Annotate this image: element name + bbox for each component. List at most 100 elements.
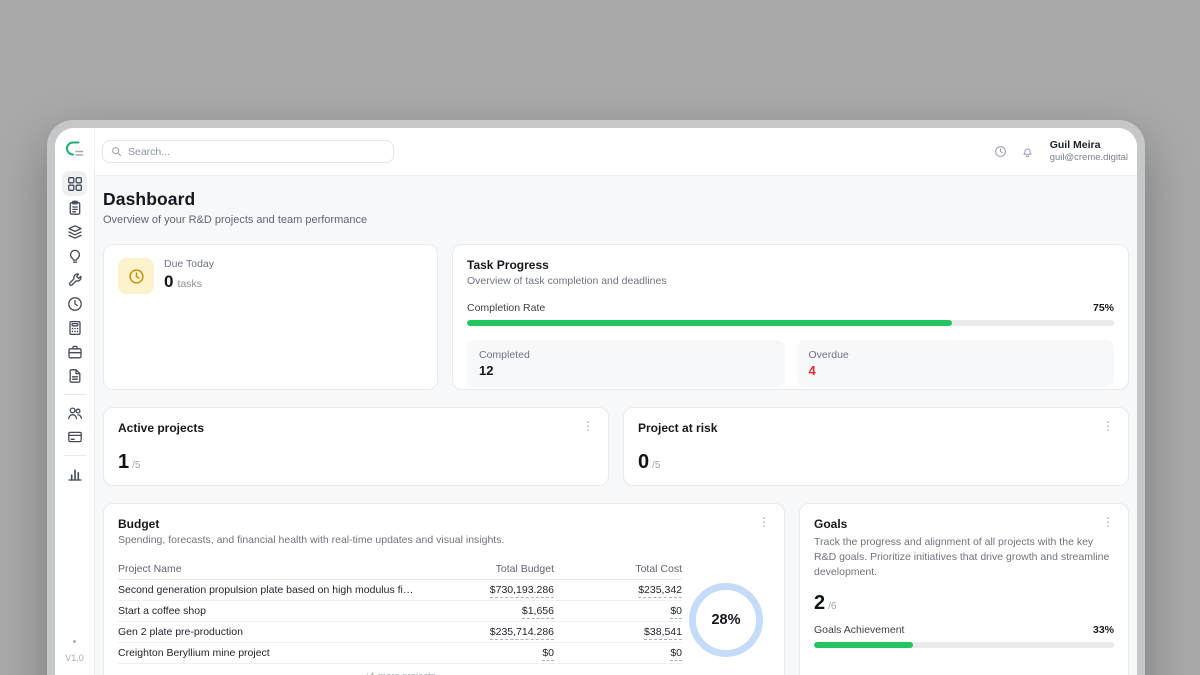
project-at-risk-card: Project at risk 0 /5 (623, 407, 1129, 486)
project-at-risk-value: 0 (638, 452, 649, 472)
users-icon (67, 405, 83, 421)
due-today-label: Due Today (164, 258, 214, 270)
budget-total-cost[interactable]: $0 (554, 647, 682, 659)
budget-project-name: Start a coffee shop (118, 605, 424, 617)
clock-icon (994, 145, 1007, 158)
active-projects-value: 1 (118, 452, 129, 472)
budget-card: Budget Spending, forecasts, and financia… (103, 503, 785, 675)
due-today-text: Due Today 0 tasks (164, 258, 214, 292)
row-overview: Due Today 0 tasks Task Progress Overview… (103, 244, 1129, 390)
budget-table-header: Project Name Total Budget Total Cost (118, 558, 682, 580)
project-at-risk-title: Project at risk (638, 421, 1114, 435)
completion-rate-label: Completion Rate (467, 302, 545, 314)
sidebar-nav (62, 171, 87, 486)
budget-table-row: Start a coffee shop $1,656 $0 (118, 601, 682, 622)
search-box (102, 140, 394, 163)
sidebar-item-briefcase[interactable] (62, 339, 87, 364)
sidebar-item-users[interactable] (62, 400, 87, 425)
calculator-icon (67, 320, 83, 336)
budget-project-name: Second generation propulsion plate based… (118, 584, 424, 596)
budget-total-budget[interactable]: $0 (424, 647, 554, 659)
credit-card-icon (67, 429, 83, 445)
column-total-cost: Total Cost (554, 563, 682, 575)
user-menu[interactable]: Guil Meira guil@creme.digital (1050, 139, 1130, 164)
sidebar-item-document[interactable] (62, 363, 87, 388)
completed-label: Completed (479, 349, 773, 361)
kebab-menu-icon[interactable] (578, 418, 598, 434)
task-progress-card: Task Progress Overview of task completio… (452, 244, 1129, 390)
goals-value: 2 (814, 593, 825, 613)
user-name: Guil Meira (1050, 139, 1128, 152)
sidebar-item-clipboard[interactable] (62, 195, 87, 220)
kebab-menu-icon[interactable] (754, 514, 774, 530)
sidebar-item-calculator[interactable] (62, 315, 87, 340)
bar-chart-icon (67, 466, 83, 482)
kebab-menu-icon[interactable] (1098, 418, 1118, 434)
sidebar-item-credit-card[interactable] (62, 424, 87, 449)
completion-progress-track (467, 320, 1114, 326)
sidebar-item-clock[interactable] (62, 291, 87, 316)
goals-title: Goals (814, 517, 1114, 531)
goals-achievement-value: 33% (1093, 624, 1114, 636)
goals-total: /6 (828, 601, 836, 612)
sidebar: V1.0 (55, 128, 95, 675)
budget-body: Project Name Total Budget Total Cost Sec… (118, 558, 770, 675)
budget-total-budget[interactable]: $235,714.286 (424, 626, 554, 638)
clock-icon (67, 296, 83, 312)
task-progress-title: Task Progress (467, 258, 1114, 272)
sidebar-item-bar-chart[interactable] (62, 461, 87, 486)
kebab-menu-icon[interactable] (1098, 514, 1118, 530)
sidebar-item-dashboard-grid[interactable] (62, 171, 87, 196)
completed-stat: Completed 12 (467, 340, 785, 387)
page-subtitle: Overview of your R&D projects and team p… (103, 214, 1129, 226)
column-total-budget: Total Budget (424, 563, 554, 575)
version-label: V1.0 (65, 653, 84, 663)
briefcase-icon (67, 344, 83, 360)
row-budget-goals: Budget Spending, forecasts, and financia… (103, 503, 1129, 675)
sidebar-item-lightbulb[interactable] (62, 243, 87, 268)
search-icon (111, 146, 122, 157)
budget-subtitle: Spending, forecasts, and financial healt… (118, 534, 770, 546)
topbar-right: Guil Meira guil@creme.digital (992, 139, 1130, 164)
due-today-icon-box (118, 258, 154, 294)
app-window-frame: V1.0 (47, 120, 1145, 675)
completed-value: 12 (479, 363, 773, 378)
budget-total-budget[interactable]: $730,193.286 (424, 584, 554, 596)
history-clock-button[interactable] (992, 142, 1010, 160)
active-projects-title: Active projects (118, 421, 594, 435)
topbar: Guil Meira guil@creme.digital (95, 128, 1137, 176)
clipboard-icon (67, 200, 83, 216)
status-dot (73, 640, 76, 643)
goals-card: Goals Track the progress and alignment o… (799, 503, 1129, 675)
budget-total-cost[interactable]: $38,541 (554, 626, 682, 638)
sidebar-item-wrench[interactable] (62, 267, 87, 292)
row-project-stats: Active projects 1 /5 Project at risk 0 /… (103, 407, 1129, 486)
app-window: V1.0 (55, 128, 1137, 675)
sidebar-divider (64, 455, 86, 456)
budget-total-budget[interactable]: $1,656 (424, 605, 554, 617)
goals-description: Track the progress and alignment of all … (814, 535, 1114, 580)
layers-icon (67, 224, 83, 240)
sidebar-item-layers[interactable] (62, 219, 87, 244)
budget-table-row: Second generation propulsion plate based… (118, 580, 682, 601)
sidebar-divider (64, 394, 86, 395)
due-today-card: Due Today 0 tasks (103, 244, 438, 390)
budget-total-cost[interactable]: $235,342 (554, 584, 682, 596)
budget-total-cost[interactable]: $0 (554, 605, 682, 617)
sidebar-footer: V1.0 (55, 640, 94, 663)
page-content: Dashboard Overview of your R&D projects … (95, 176, 1137, 675)
search-input[interactable] (128, 146, 385, 158)
more-projects-link[interactable]: +1 more projects (118, 664, 682, 675)
goals-progress-track (814, 642, 1114, 648)
app-logo-icon[interactable] (64, 138, 86, 160)
budget-table-row: Gen 2 plate pre-production $235,714.286 … (118, 622, 682, 643)
project-at-risk-total: /5 (652, 460, 660, 471)
due-today-value: 0 (164, 272, 173, 292)
document-icon (67, 368, 83, 384)
overdue-label: Overdue (809, 349, 1103, 361)
page-title: Dashboard (103, 189, 1129, 210)
notifications-button[interactable] (1019, 142, 1037, 160)
goals-progress-fill (814, 642, 913, 648)
completion-rate-value: 75% (1093, 302, 1114, 314)
dashboard-grid-icon (67, 176, 83, 192)
